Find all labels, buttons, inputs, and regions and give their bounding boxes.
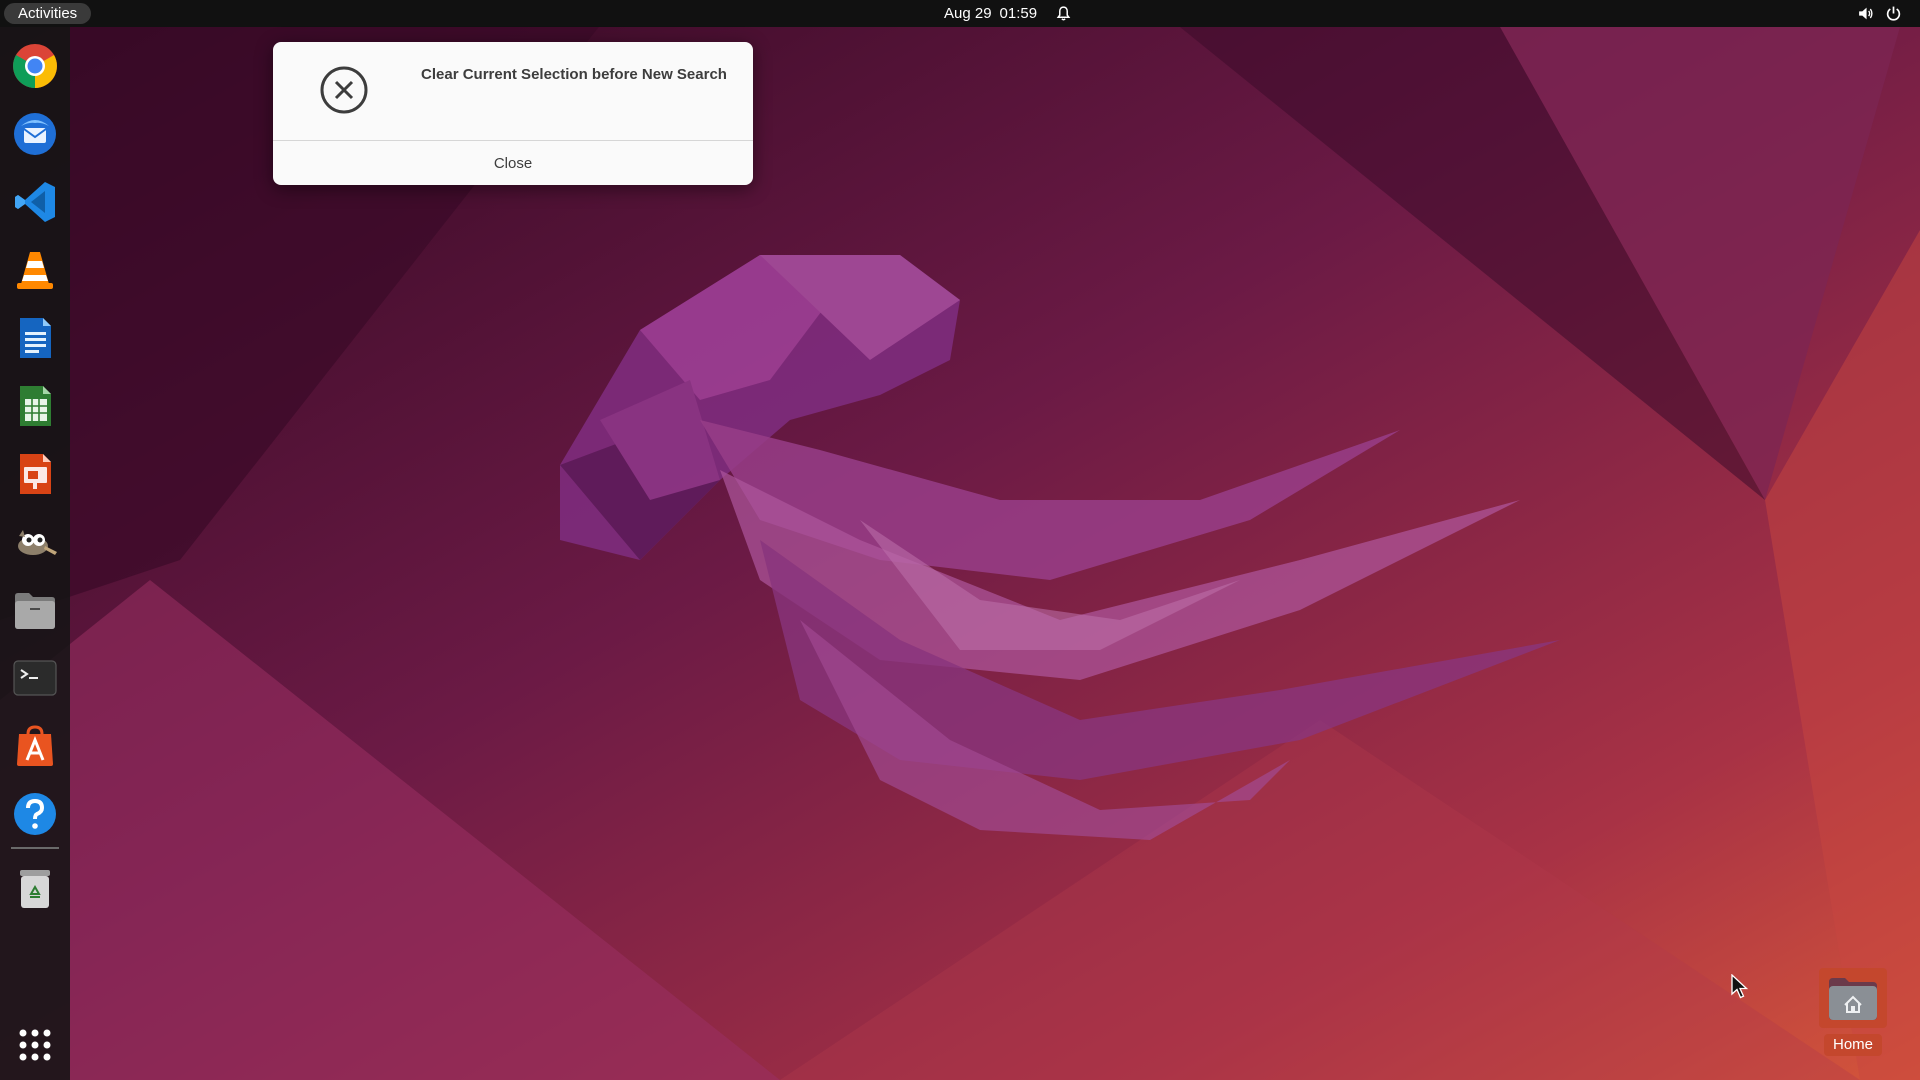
impress-icon: [20, 454, 51, 494]
desktop-home-label[interactable]: Home: [1824, 1034, 1882, 1056]
dock-item-vscode[interactable]: [9, 176, 61, 228]
dock-item-files[interactable]: [9, 584, 61, 636]
trash-icon: [20, 870, 50, 908]
dock-item-terminal[interactable]: [9, 652, 61, 704]
dock-item-chrome[interactable]: [9, 40, 61, 92]
top-bar: Activities Aug 29 01:59: [0, 0, 1920, 27]
thunderbird-icon: [14, 113, 56, 155]
dock-item-calc[interactable]: [9, 380, 61, 432]
dock-item-help[interactable]: [9, 788, 61, 840]
error-dialog: Clear Current Selection before New Searc…: [273, 42, 753, 185]
vscode-icon: [15, 182, 55, 222]
software-icon: [17, 725, 53, 766]
dock: [0, 27, 70, 1080]
home-folder-icon: [1829, 978, 1877, 1020]
show-apps-button[interactable]: [9, 1019, 61, 1071]
dock-item-trash[interactable]: [9, 862, 61, 914]
terminal-icon: [13, 660, 57, 696]
files-icon: [15, 593, 55, 629]
dock-item-vlc[interactable]: [9, 244, 61, 296]
activities-button[interactable]: Activities: [4, 3, 92, 24]
calc-icon: [20, 386, 51, 426]
gimp-icon: [18, 530, 57, 555]
help-icon: [14, 793, 56, 835]
dock-item-gimp[interactable]: [9, 516, 61, 568]
dock-separator: [11, 847, 59, 849]
power-icon[interactable]: [1885, 5, 1902, 22]
vlc-icon: [17, 252, 53, 289]
dock-item-software[interactable]: [9, 720, 61, 772]
clock-time: 01:59: [999, 5, 1038, 22]
desktop-home-item[interactable]: [1819, 968, 1887, 1028]
dock-item-impress[interactable]: [9, 448, 61, 500]
dock-item-thunderbird[interactable]: [9, 108, 61, 160]
error-circle-x-icon: [320, 66, 368, 114]
clock-button[interactable]: Aug 29 01:59: [944, 0, 1045, 27]
clock-date: Aug 29: [944, 5, 992, 22]
close-button[interactable]: Close: [273, 141, 753, 185]
notification-bell-icon[interactable]: [1055, 5, 1072, 22]
writer-icon: [20, 318, 51, 358]
dock-item-writer[interactable]: [9, 312, 61, 364]
volume-icon[interactable]: [1857, 5, 1874, 22]
chrome-icon: [13, 44, 57, 88]
mouse-cursor-icon: [1731, 974, 1749, 999]
app-grid-icon: [19, 1029, 51, 1061]
dialog-message: Clear Current Selection before New Searc…: [421, 66, 727, 83]
